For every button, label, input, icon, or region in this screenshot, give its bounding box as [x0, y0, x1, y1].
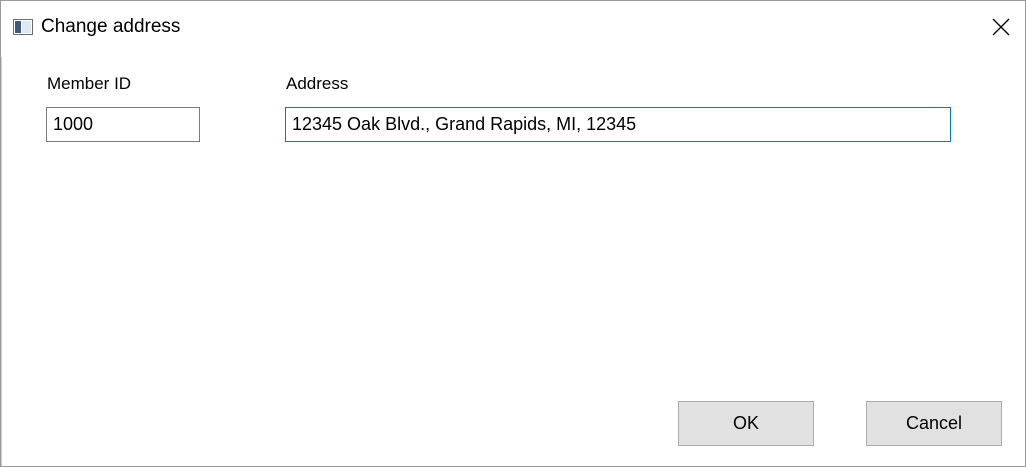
- address-label: Address: [286, 74, 349, 93]
- close-icon: [992, 18, 1010, 36]
- window-edge: [1, 1, 2, 466]
- change-address-dialog: Change address Member ID Address OK Canc…: [0, 0, 1026, 467]
- address-input[interactable]: [285, 107, 951, 142]
- title-bar[interactable]: Change address: [1, 1, 1025, 57]
- app-icon-pane: [22, 21, 31, 33]
- window-title: Change address: [41, 16, 181, 37]
- app-icon-bar: [15, 21, 21, 33]
- close-button[interactable]: [979, 1, 1025, 53]
- member-id-label: Member ID: [47, 74, 132, 93]
- ok-button[interactable]: OK: [678, 401, 814, 446]
- cancel-button[interactable]: Cancel: [866, 401, 1002, 446]
- app-window-icon: [13, 19, 33, 35]
- member-id-input[interactable]: [46, 107, 200, 142]
